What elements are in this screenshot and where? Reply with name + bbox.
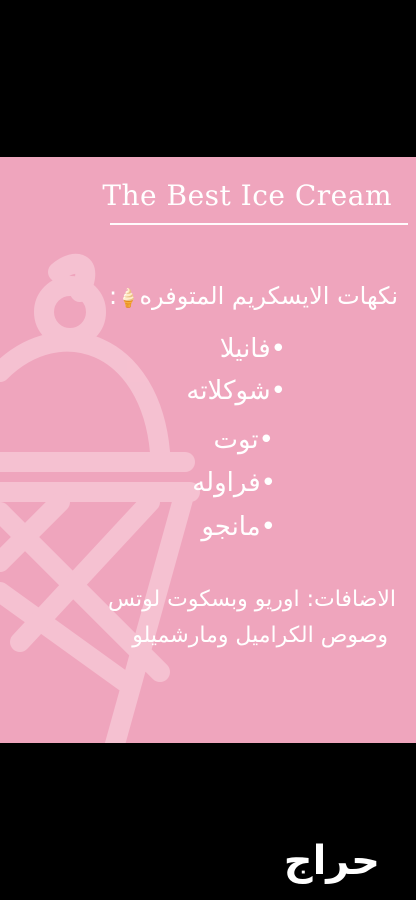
heading-colon: :: [108, 282, 118, 310]
ice-cream-cone-illustration: [0, 253, 200, 743]
story-card: The Best Ice Cream نكهات الايسكريم المتو…: [0, 157, 416, 743]
extras-line-2: وصوص الكراميل ومارشميلو: [132, 623, 388, 648]
title-underline: [110, 223, 408, 225]
heading-text: نكهات الايسكريم المتوفره: [139, 282, 398, 310]
flavor-item: •فانيلا: [219, 334, 286, 364]
extras-line-1: الاضافات: اوريو وبسكوت لوتس: [107, 587, 396, 612]
flavor-item: •فراوله: [192, 468, 276, 498]
card-title: The Best Ice Cream: [102, 179, 392, 212]
flavor-item: •مانجو: [201, 512, 276, 542]
watermark-text: حراج: [283, 838, 380, 884]
flavors-heading: نكهات الايسكريم المتوفره🍦:: [109, 282, 398, 310]
haraj-watermark: حراج: [190, 838, 380, 890]
flavor-item: •توت: [213, 425, 274, 455]
ice-cream-cone-icon: 🍦: [117, 288, 140, 309]
flavor-item: •شوكلاته: [186, 376, 286, 406]
